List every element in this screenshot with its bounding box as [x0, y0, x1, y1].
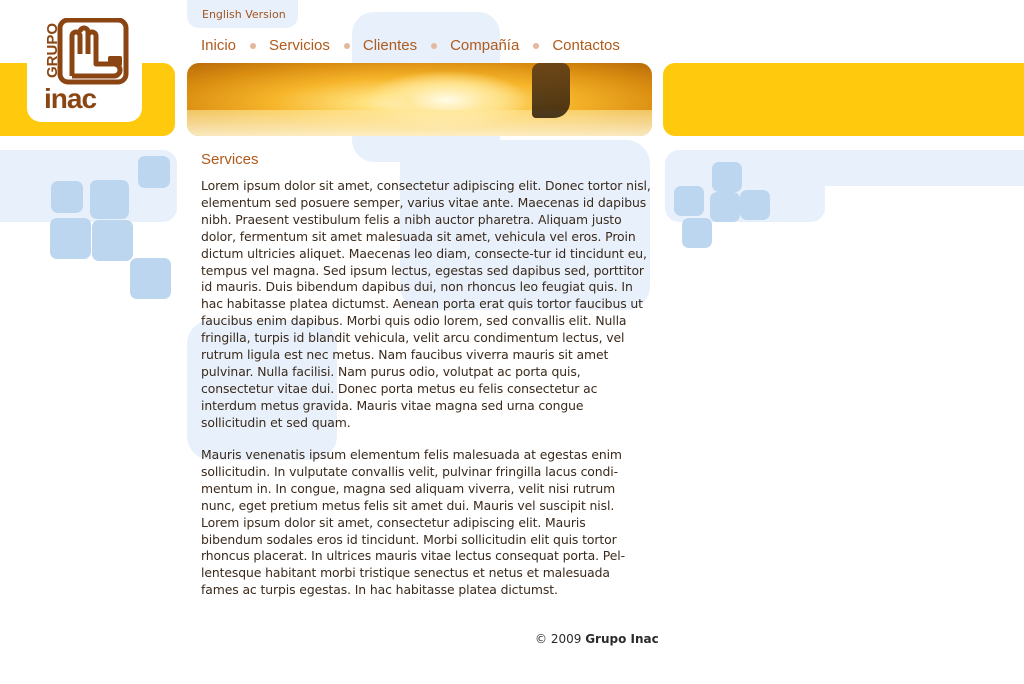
content-paragraph: Mauris venenatis ipsum elementum felis m… — [201, 447, 625, 598]
svg-text:inac: inac — [44, 83, 96, 112]
nav-separator-dot — [343, 42, 350, 49]
nav-item-inicio[interactable]: Inicio — [201, 37, 236, 54]
nav-item-contactos[interactable]: Contactos — [552, 37, 620, 54]
nav-separator-dot — [533, 42, 540, 49]
english-version-link[interactable]: English Version — [202, 8, 286, 21]
copyright-company: Grupo Inac — [585, 632, 659, 646]
grupo-inac-logo-icon: GRUPO inac — [44, 18, 129, 112]
copyright-year: © 2009 — [535, 632, 582, 646]
nav-item-compania[interactable]: Compañía — [450, 37, 519, 54]
page-title: Services — [201, 151, 259, 168]
header-banner-image — [187, 63, 652, 136]
nav-separator-dot — [431, 42, 438, 49]
main-nav: Inicio Servicios Clientes Compañía Conta… — [201, 37, 620, 54]
nav-item-clientes[interactable]: Clientes — [363, 37, 417, 54]
content-paragraph: Lorem ipsum dolor sit amet, consectetur … — [201, 178, 651, 430]
nav-separator-dot — [250, 42, 257, 49]
footer-copyright: © 2009 Grupo Inac — [535, 632, 659, 646]
nav-item-servicios[interactable]: Servicios — [269, 37, 330, 54]
yellow-band-right — [663, 63, 1024, 136]
